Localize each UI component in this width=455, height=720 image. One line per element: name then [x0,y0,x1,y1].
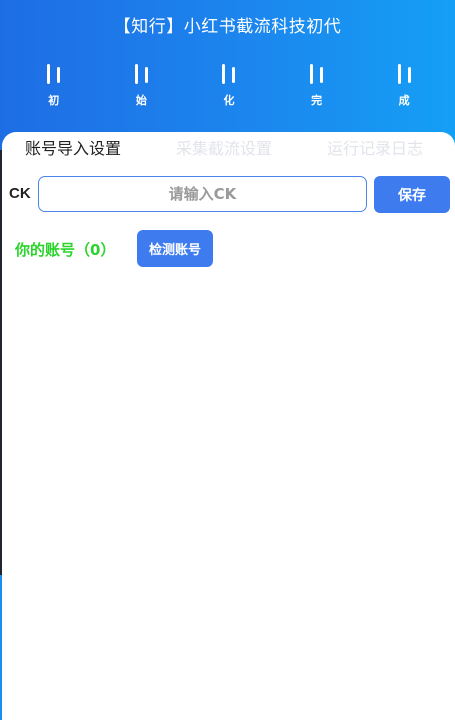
save-button[interactable]: 保存 [374,176,450,213]
double-bar-icon [310,64,324,86]
progress-steps: 初 始 化 完 成 [10,64,448,108]
step-label: 成 [398,94,410,107]
double-bar-icon [47,64,61,86]
ck-label: CK [9,185,31,202]
step-label: 始 [135,94,147,107]
step-label: 化 [223,94,235,107]
double-bar-icon [134,64,148,86]
content-panel: 账号导入设置 采集截流设置 运行记录日志 CK 保存 你的账号（0） 检测账号 [2,132,455,720]
step-label: 完 [311,94,323,107]
tab-bar: 账号导入设置 采集截流设置 运行记录日志 [2,138,455,162]
step-2: 始 [98,64,186,108]
step-1: 初 [10,64,98,108]
tab-run-log[interactable]: 运行记录日志 [327,138,423,160]
check-accounts-button[interactable]: 检测账号 [137,230,213,267]
ck-row: CK 保存 [2,176,455,216]
app-header: 【知行】小红书截流科技初代 初 始 化 完 成 [0,0,455,150]
step-3: 化 [185,64,273,108]
app-title: 【知行】小红书截流科技初代 [113,17,342,37]
double-bar-icon [397,64,411,86]
double-bar-icon [222,64,236,86]
ck-input[interactable] [38,176,367,212]
tab-account-import[interactable]: 账号导入设置 [25,138,121,160]
step-4: 完 [273,64,361,108]
step-5: 成 [360,64,448,108]
tab-collect-settings[interactable]: 采集截流设置 [176,138,272,160]
step-label: 初 [48,94,60,107]
account-count-label: 你的账号（0） [15,241,116,259]
account-row: 你的账号（0） 检测账号 [2,230,455,268]
